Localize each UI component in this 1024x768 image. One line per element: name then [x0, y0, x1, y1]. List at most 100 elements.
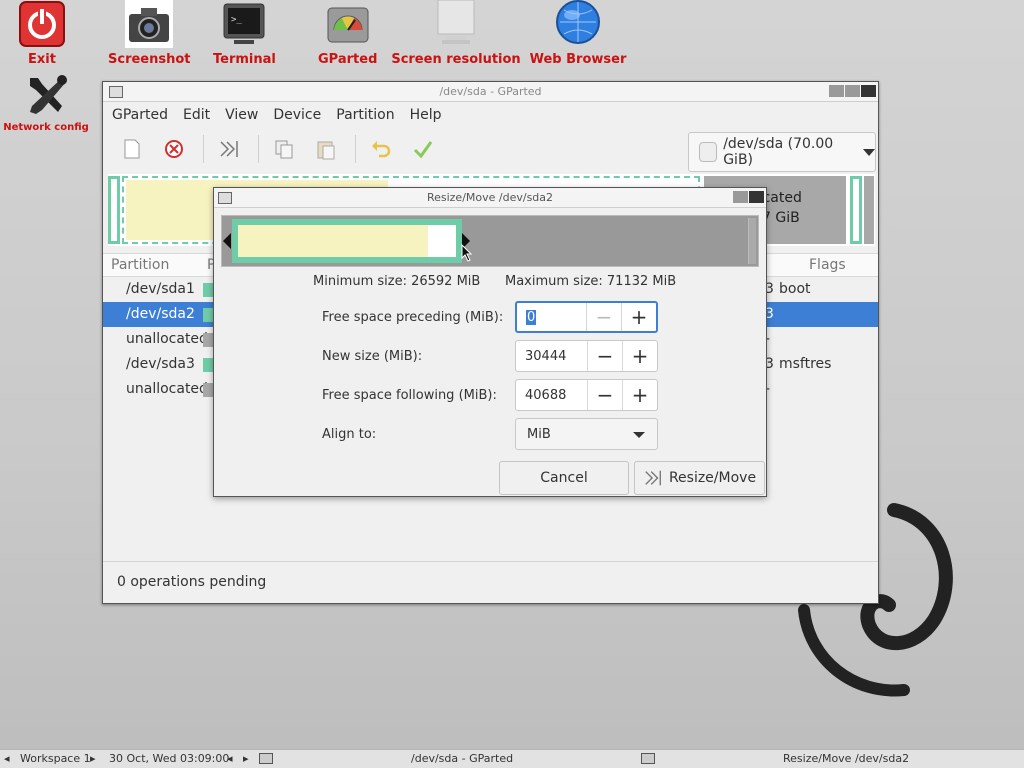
align-to-select[interactable]: MiB: [515, 418, 658, 450]
workspace-next-icon[interactable]: ▸: [90, 752, 96, 765]
delete-icon: [165, 140, 183, 158]
decrement-button[interactable]: −: [587, 341, 622, 371]
menu-partition[interactable]: Partition: [335, 107, 402, 123]
copy-button[interactable]: [271, 136, 297, 162]
window-controls: [829, 85, 876, 97]
paste-icon: [317, 141, 335, 160]
taskbar-next-icon[interactable]: ▸: [243, 752, 249, 765]
window-title: /dev/sda - GParted: [439, 85, 542, 98]
resize-move-button[interactable]: Resize/Move: [634, 461, 765, 495]
maximize-button[interactable]: [845, 85, 860, 97]
menu-view[interactable]: View: [224, 107, 266, 123]
free-following-label: Free space following (MiB):: [322, 388, 497, 403]
workspace-label[interactable]: Workspace 1: [20, 752, 91, 765]
new-partition-button[interactable]: [119, 136, 145, 162]
diskmap-sda3[interactable]: [850, 176, 862, 244]
free-preceding-label: Free space preceding (MiB):: [322, 310, 504, 325]
increment-button[interactable]: +: [621, 303, 656, 331]
screenshot-desktop-icon[interactable]: Screenshot: [108, 0, 191, 67]
window-menu-icon[interactable]: [109, 85, 123, 98]
taskbar: ◂ Workspace 1 ▸ 30 Oct, Wed 03:09:00 ◂ ▸…: [0, 749, 1024, 768]
free-preceding-input[interactable]: 0: [517, 309, 586, 325]
partition-name: /dev/sda3: [126, 356, 195, 372]
cancel-button-label: Cancel: [540, 470, 588, 486]
partition-name: unallocated: [126, 381, 208, 397]
gparted-desktop-icon[interactable]: GParted: [318, 0, 377, 67]
tools-icon: [22, 72, 70, 120]
apply-button[interactable]: [410, 136, 436, 162]
status-bar: 0 operations pending: [103, 561, 878, 603]
exit-desktop-icon[interactable]: Exit: [18, 0, 66, 67]
svg-text:>_: >_: [231, 15, 242, 25]
free-preceding-value: 0: [526, 309, 537, 325]
partition-name: /dev/sda1: [126, 281, 195, 297]
mouse-cursor-icon: [461, 244, 473, 262]
menu-gparted[interactable]: GParted: [111, 107, 176, 123]
increment-button[interactable]: +: [622, 380, 657, 410]
network-config-label: Network config: [3, 122, 89, 133]
new-size-label: New size (MiB):: [322, 349, 423, 364]
close-button[interactable]: [861, 85, 876, 97]
screen-resolution-label: Screen resolution: [391, 52, 521, 67]
screenshot-label: Screenshot: [108, 52, 191, 67]
menu-device[interactable]: Device: [272, 107, 329, 123]
dialog-close-button[interactable]: [749, 191, 764, 203]
new-document-icon: [124, 139, 140, 159]
column-partition[interactable]: Partition: [111, 257, 169, 273]
dialog-menu-icon[interactable]: [218, 191, 232, 204]
resizer-end-marker: [748, 218, 756, 264]
partition-resizer[interactable]: [221, 215, 759, 267]
taskbar-task-resize-move[interactable]: Resize/Move /dev/sda2: [783, 752, 909, 765]
diskmap-sda1[interactable]: [108, 176, 120, 244]
taskbar-prev-icon[interactable]: ◂: [227, 752, 233, 765]
align-to-label: Align to:: [322, 427, 377, 442]
free-following-spinner[interactable]: 40688 − +: [515, 379, 658, 411]
operations-pending-text: 0 operations pending: [117, 574, 267, 590]
paste-button[interactable]: [313, 136, 339, 162]
diskmap-unallocated-end[interactable]: [864, 176, 874, 244]
taskbar-task-gparted[interactable]: /dev/sda - GParted: [411, 752, 513, 765]
dialog-controls: [733, 191, 764, 203]
new-size-input[interactable]: 30444: [516, 349, 587, 364]
left-resize-handle[interactable]: [223, 233, 231, 249]
decrement-button[interactable]: −: [587, 380, 622, 410]
network-config-desktop-icon[interactable]: Network config: [3, 72, 89, 133]
web-browser-desktop-icon[interactable]: Web Browser: [528, 0, 628, 67]
dialog-titlebar[interactable]: Resize/Move /dev/sda2: [214, 188, 766, 208]
delete-partition-button[interactable]: [161, 136, 187, 162]
toolbar-separator: [355, 135, 356, 163]
toolbar: /dev/sda (70.00 GiB): [103, 128, 878, 172]
minimize-button[interactable]: [829, 85, 844, 97]
screen-resolution-desktop-icon[interactable]: Screen resolution: [391, 0, 521, 67]
dialog-maximize-button[interactable]: [733, 191, 748, 203]
monitor-icon: [432, 0, 480, 48]
resize-move-toolbar-button[interactable]: [216, 136, 242, 162]
toolbar-separator: [203, 135, 204, 163]
menu-edit[interactable]: Edit: [182, 107, 218, 123]
free-following-input[interactable]: 40688: [516, 388, 587, 403]
gparted-label: GParted: [318, 52, 378, 67]
resize-move-dialog: Resize/Move /dev/sda2 Minimum size: 2659…: [213, 187, 767, 497]
globe-icon: [554, 0, 602, 48]
terminal-desktop-icon[interactable]: >_ Terminal: [213, 0, 276, 67]
undo-button[interactable]: [368, 136, 394, 162]
window-titlebar[interactable]: /dev/sda - GParted: [103, 82, 878, 102]
column-flags[interactable]: Flags: [809, 257, 846, 273]
device-selector[interactable]: /dev/sda (70.00 GiB): [688, 132, 876, 172]
dialog-title: Resize/Move /dev/sda2: [426, 191, 554, 204]
device-selector-label: /dev/sda (70.00 GiB): [723, 136, 834, 168]
resizer-unused-space: [428, 225, 456, 257]
resizer-partition-block[interactable]: [232, 219, 462, 263]
free-preceding-spinner[interactable]: 0 − +: [515, 301, 658, 333]
decrement-button[interactable]: −: [586, 303, 621, 331]
cancel-button[interactable]: Cancel: [499, 461, 629, 495]
power-icon: [18, 0, 66, 48]
maximum-size-text: Maximum size: 71132 MiB: [505, 274, 677, 289]
resizer-used-space: [238, 225, 428, 257]
menu-help[interactable]: Help: [409, 107, 450, 123]
workspace-prev-icon[interactable]: ◂: [4, 752, 10, 765]
align-to-value: MiB: [527, 427, 551, 442]
resize-move-icon: [220, 141, 238, 157]
new-size-spinner[interactable]: 30444 − +: [515, 340, 658, 372]
increment-button[interactable]: +: [622, 341, 657, 371]
